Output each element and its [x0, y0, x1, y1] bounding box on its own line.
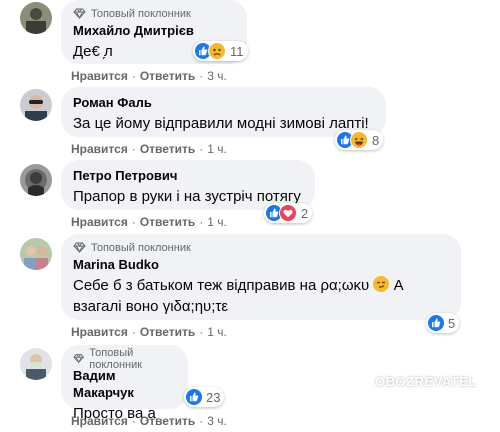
top-fan-badge: Топовый поклонник: [73, 347, 176, 371]
comment-actions: Нравится · Ответить · 3 ч.: [71, 69, 227, 83]
like-link[interactable]: Нравится: [71, 325, 128, 339]
comment-bubble: Топовый поклонник Marina Budko Себе б з …: [61, 234, 461, 320]
reply-link[interactable]: Ответить: [140, 325, 195, 339]
timestamp[interactable]: 1 ч.: [207, 142, 227, 156]
reply-link[interactable]: Ответить: [140, 142, 195, 156]
reactions-summary[interactable]: 2: [264, 203, 313, 223]
comment-actions: Нравится · Ответить · 3 ч.: [71, 414, 227, 428]
commenter-name[interactable]: Marina Budko: [73, 256, 449, 273]
avatar[interactable]: [20, 2, 52, 34]
commenter-name[interactable]: Роман Фаль: [73, 94, 374, 111]
like-icon: [186, 389, 202, 405]
reaction-count: 5: [448, 315, 456, 331]
timestamp[interactable]: 1 ч.: [207, 215, 227, 229]
commenter-name[interactable]: Петро Петрович: [73, 167, 303, 184]
reply-link[interactable]: Ответить: [140, 414, 195, 428]
diamond-icon: [73, 8, 86, 19]
timestamp[interactable]: 3 ч.: [207, 414, 227, 428]
sad-icon: [208, 42, 226, 60]
avatar[interactable]: [20, 238, 52, 270]
separator-dot: ·: [199, 142, 204, 156]
separator-dot: ·: [199, 325, 204, 339]
haha-icon: [350, 131, 368, 149]
like-icon: [428, 315, 444, 331]
comment-text-line: взагалі воно γιδα;ηυ;τε: [73, 298, 229, 315]
comment-text: За це йому відправили модні зимові лапті…: [73, 115, 369, 132]
badge-label: Топовый поклонник: [91, 241, 191, 254]
reactions-summary[interactable]: 5: [426, 313, 460, 333]
reactions-summary[interactable]: 23: [184, 387, 225, 407]
avatar[interactable]: [20, 89, 52, 121]
comment-actions: Нравится · Ответить · 1 ч.: [71, 325, 227, 339]
separator-dot: ·: [131, 215, 136, 229]
separator-dot: ·: [131, 69, 136, 83]
comment-bubble: Топовый поклонник Вадим Макарчук Просто …: [61, 345, 188, 422]
separator-dot: ·: [199, 69, 204, 83]
separator-dot: ·: [131, 325, 136, 339]
reply-link[interactable]: Ответить: [140, 69, 195, 83]
reply-link[interactable]: Ответить: [140, 215, 195, 229]
reaction-count: 2: [301, 205, 309, 221]
comment-text: Себе б з батьком теж відправив на ρα;ωκυ…: [73, 275, 449, 317]
comment-text-line: Себе б з батьком теж відправив на ρα;ωκυ: [73, 277, 370, 294]
separator-dot: ·: [199, 215, 204, 229]
watermark-ring-icon: [346, 369, 370, 393]
comment-bubble: Роман Фаль За це йому відправили модні з…: [61, 87, 386, 137]
reaction-count: 23: [206, 389, 221, 405]
love-icon: [279, 204, 297, 222]
comment-actions: Нравится · Ответить · 1 ч.: [71, 215, 227, 229]
avatar[interactable]: [20, 164, 52, 196]
like-link[interactable]: Нравится: [71, 414, 128, 428]
smirk-emoji-icon: [373, 276, 390, 292]
top-fan-badge: Топовый поклонник: [73, 241, 449, 254]
avatar[interactable]: [20, 348, 52, 380]
commenter-name[interactable]: Михайло Дмитрієв: [73, 22, 235, 39]
comment-text-tail: А: [393, 277, 404, 294]
watermark-logo: OBOZREVATEL: [345, 368, 477, 394]
reaction-count: 11: [230, 43, 244, 59]
top-fan-badge: Топовый поклонник: [73, 7, 235, 20]
reactions-summary[interactable]: 11: [193, 41, 248, 61]
timestamp[interactable]: 1 ч.: [207, 325, 227, 339]
comment-actions: Нравится · Ответить · 1 ч.: [71, 142, 227, 156]
reaction-count: 8: [372, 132, 380, 148]
watermark-text: OBOZREVATEL: [375, 373, 477, 389]
reactions-summary[interactable]: 8: [335, 130, 384, 150]
diamond-icon: [73, 242, 86, 253]
separator-dot: ·: [199, 414, 204, 428]
diamond-icon: [73, 354, 85, 364]
separator-dot: ·: [131, 142, 136, 156]
timestamp[interactable]: 3 ч.: [207, 69, 227, 83]
like-link[interactable]: Нравится: [71, 142, 128, 156]
separator-dot: ·: [131, 414, 136, 428]
badge-label: Топовый поклонник: [91, 7, 191, 20]
commenter-name[interactable]: Вадим Макарчук: [73, 367, 176, 401]
like-link[interactable]: Нравится: [71, 69, 128, 83]
like-link[interactable]: Нравится: [71, 215, 128, 229]
